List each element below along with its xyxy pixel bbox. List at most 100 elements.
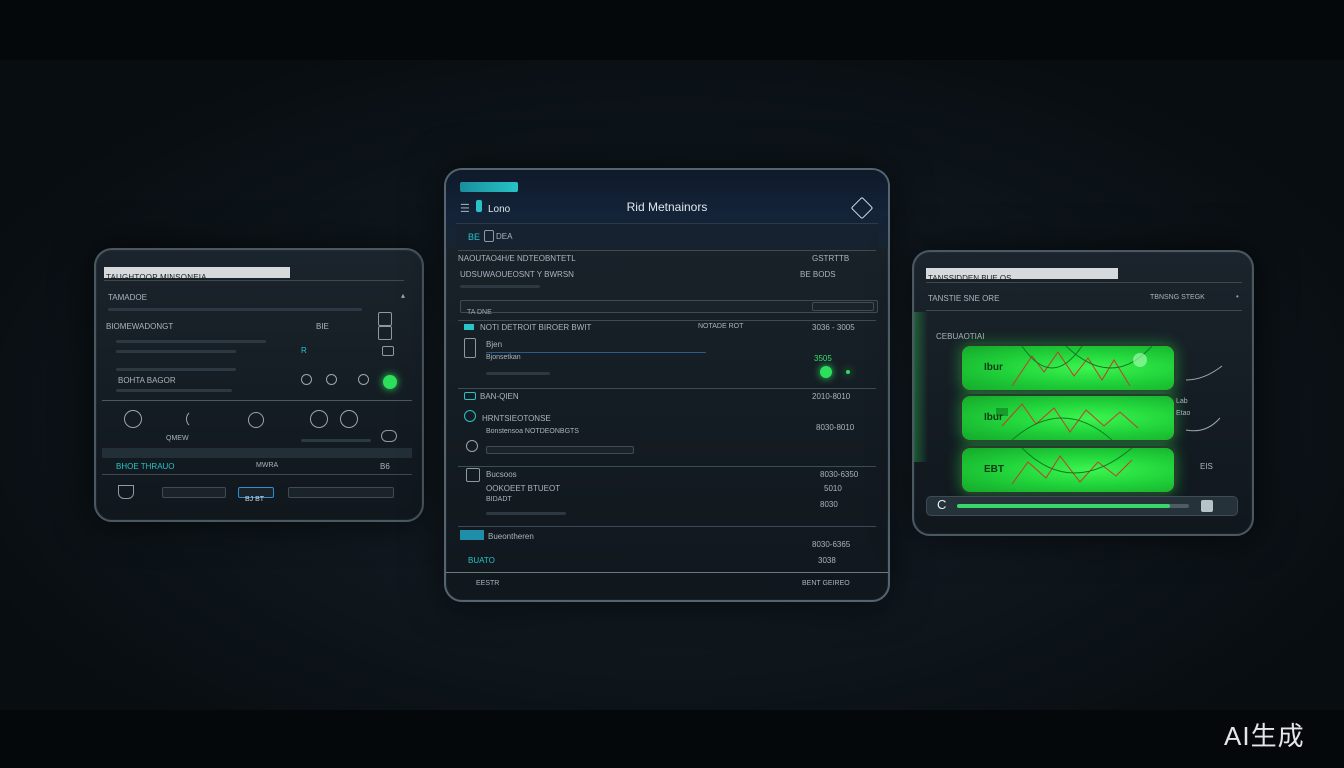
refresh-icon[interactable]: C	[937, 497, 946, 512]
left-value-teal: R	[301, 346, 307, 355]
section-item: Bjen	[486, 340, 503, 349]
document-icon[interactable]	[466, 468, 480, 482]
chip-button[interactable]: BJ BT	[238, 487, 274, 503]
toggle-icon[interactable]	[381, 430, 397, 442]
card-label: Ibur	[984, 412, 1003, 423]
close-icon[interactable]: •	[1236, 292, 1239, 301]
section-value: 8030-6365	[812, 540, 851, 549]
sparkline	[1185, 417, 1221, 432]
right-side-label: TBNSNG STEGK	[1150, 294, 1205, 301]
right-window[interactable]: TANSSIDDEN BUE OS TANSTIE SNE ORE TBNSNG…	[912, 250, 1254, 536]
left-row: BIOMEWADONGT	[106, 322, 174, 331]
text-line	[116, 350, 236, 353]
dial-icon[interactable]	[310, 410, 328, 428]
section-title: NOTI DETROIT BIROER BWIT	[480, 323, 592, 332]
glow-edge	[914, 312, 928, 462]
divider	[104, 280, 404, 281]
section-item: Bjonsetkan	[486, 354, 521, 361]
left-value: B6	[380, 462, 390, 471]
progress-line	[486, 352, 706, 353]
ai-generated-badge: AI生成	[1224, 721, 1305, 751]
cup-icon[interactable]	[118, 485, 134, 499]
left-label: QMEW	[166, 435, 189, 442]
tab-dea[interactable]: DEA	[496, 232, 512, 241]
footer-left: EESTR	[476, 580, 500, 587]
radio-icon[interactable]	[326, 374, 337, 385]
section-title: Bueontheren	[488, 532, 534, 541]
section-item-value: 3038	[818, 556, 836, 565]
left-window[interactable]: TAUGHTOOP MINSONEIA TAMADOE ▴ BIOMEWADON…	[94, 248, 424, 522]
refresh-icon[interactable]	[466, 440, 478, 452]
text-line	[301, 439, 371, 442]
radio-icon[interactable]	[358, 374, 369, 385]
tab-row	[456, 223, 878, 248]
checkbox[interactable]	[378, 326, 392, 340]
text-line	[460, 285, 540, 288]
section-marker	[460, 530, 484, 540]
section-title: Bucsoos	[486, 470, 517, 479]
section-marker	[464, 324, 474, 330]
dial-icon[interactable]	[340, 410, 358, 428]
section-title: BAN-QIEN	[480, 392, 519, 401]
section-value: 8030-6350	[820, 470, 859, 479]
close-icon[interactable]: ▴	[401, 291, 405, 300]
divider	[102, 400, 412, 401]
divider	[458, 320, 876, 321]
status-dot-small	[846, 370, 850, 374]
status-dot-green	[383, 375, 397, 389]
footer-right: BENT GEIREO	[802, 580, 850, 587]
slider-fill	[957, 504, 1171, 508]
section-item: BIDADT	[486, 496, 512, 503]
checkbox[interactable]	[378, 312, 392, 326]
left-section-title: TAMADOE	[108, 293, 147, 302]
divider	[926, 310, 1242, 311]
app-logo	[460, 182, 518, 192]
text-line	[486, 512, 566, 515]
section-item-value: 8030	[820, 500, 838, 509]
section-item: Bonstensoa NOTDEONBGTS	[486, 428, 579, 435]
text-line	[486, 372, 550, 375]
divider	[458, 526, 876, 527]
right-section-title: TANSTIE SNE ORE	[928, 294, 1000, 303]
radio-icon[interactable]	[301, 374, 312, 385]
sparkline	[1185, 365, 1223, 381]
right-header-strip: TANSSIDDEN BUE OS	[926, 268, 1118, 283]
metric-card[interactable]: EBT	[960, 446, 1176, 494]
dial-icon[interactable]	[186, 410, 204, 428]
divider	[458, 250, 876, 251]
toggle-icon[interactable]	[382, 346, 394, 356]
slider-thumb[interactable]	[1201, 500, 1213, 512]
card-side-label: Lab	[1176, 398, 1188, 405]
range-slider[interactable]: C	[926, 496, 1238, 516]
dial-icon[interactable]	[124, 410, 142, 428]
section-item: HRNTSIEOTONSE	[482, 414, 551, 423]
input-field[interactable]	[288, 487, 394, 498]
section-item-value: 5010	[824, 484, 842, 493]
device-icon[interactable]	[464, 338, 476, 358]
metric-card[interactable]: Ibur	[960, 394, 1176, 442]
left-header-strip: TAUGHTOOP MINSONEIA	[104, 267, 290, 282]
center-window[interactable]: ☰ Lono Rid Metnainors BE DEA NAOUTAO4H/E…	[444, 168, 890, 602]
search-filter[interactable]	[812, 302, 874, 311]
section-marker	[464, 392, 476, 400]
tab-icon[interactable]	[484, 230, 494, 242]
list-title: CEBUAOTIAI	[936, 332, 985, 341]
section-item: BUATO	[468, 556, 495, 565]
card-label: EBT	[984, 464, 1004, 475]
metric-card[interactable]: Ibur	[960, 344, 1176, 392]
input-field[interactable]	[162, 487, 226, 498]
tab-be[interactable]: BE	[468, 232, 480, 242]
footer-divider	[446, 572, 888, 573]
info-icon[interactable]	[464, 410, 476, 422]
progress-track	[108, 308, 362, 311]
divider	[458, 466, 876, 467]
left-row: BHOE THRAUO	[116, 462, 175, 471]
divider	[926, 282, 1242, 283]
section-meta: NOTADE ROT	[698, 323, 744, 330]
input-field[interactable]	[486, 446, 634, 454]
dial-icon[interactable]	[248, 412, 264, 428]
text-line	[116, 340, 266, 343]
window-title: Rid Metnainors	[626, 200, 708, 214]
section-item: OOKOEET BTUEOT	[486, 484, 561, 493]
left-row: BOHTA BAGOR	[118, 376, 176, 385]
